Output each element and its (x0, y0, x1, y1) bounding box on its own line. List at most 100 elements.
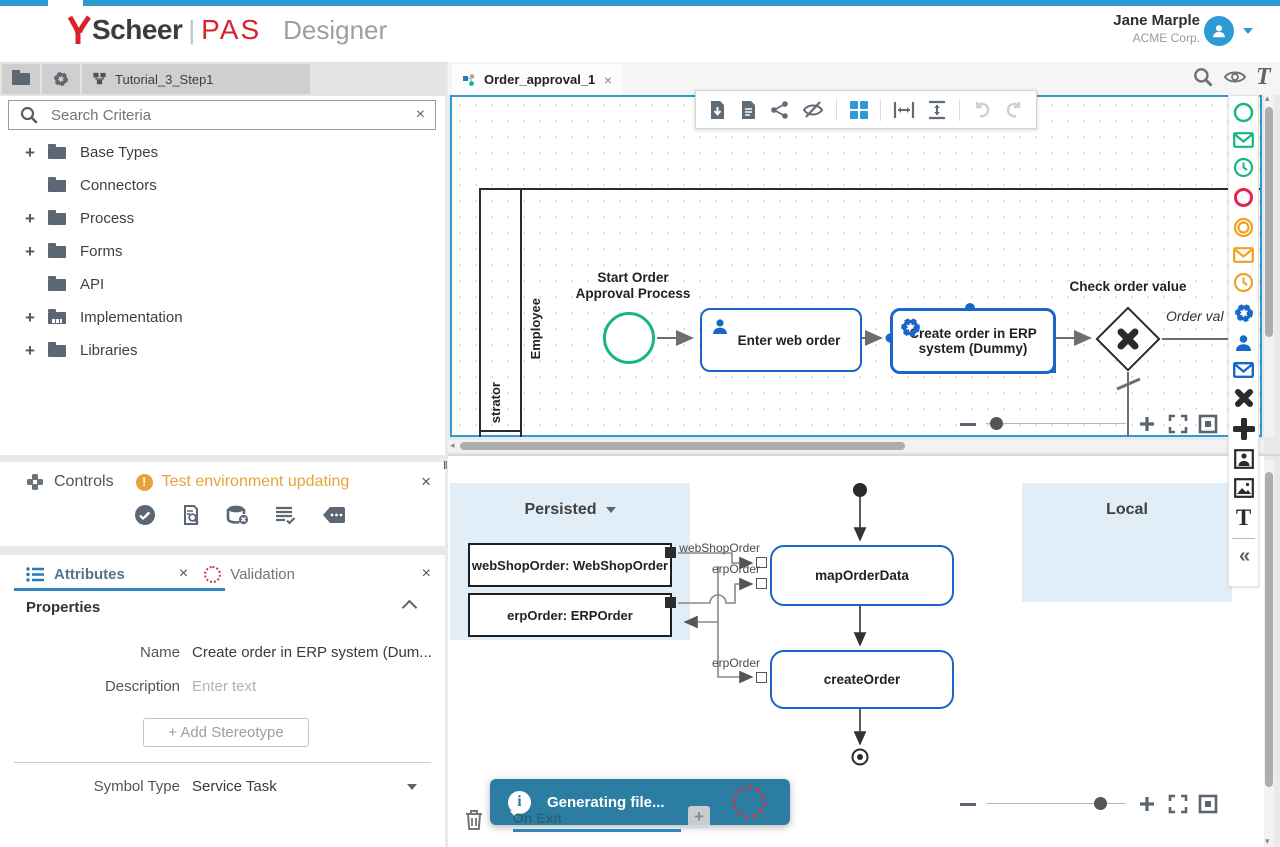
user-menu-caret-icon[interactable] (1243, 28, 1253, 34)
name-value[interactable]: Create order in ERP system (Dum... (192, 644, 432, 661)
log-list-icon[interactable] (274, 504, 297, 526)
redo-icon[interactable] (1004, 100, 1024, 120)
controls-close-icon[interactable]: × (421, 472, 431, 492)
tab-on-exit[interactable]: On Exit (513, 810, 562, 826)
zoom-slider[interactable] (986, 415, 1126, 433)
sidebar-tab-project[interactable]: Tutorial_3_Step1 (82, 64, 310, 94)
share-icon[interactable] (770, 100, 790, 120)
editor-tab[interactable]: Order_approval_1 × (452, 64, 622, 95)
object-node-webshoporder[interactable]: webShopOrder: WebShopOrder (468, 543, 672, 587)
output-pin[interactable] (665, 597, 676, 608)
zoom-in-icon[interactable] (1138, 795, 1156, 813)
description-placeholder[interactable]: Enter text (192, 678, 256, 695)
tree-item-forms[interactable]: + Forms (0, 235, 445, 268)
persisted-dropdown-icon[interactable] (606, 507, 616, 513)
palette-text-icon[interactable]: T (1236, 507, 1251, 529)
vscroll-thumb[interactable] (1265, 107, 1273, 337)
palette-image-icon[interactable] (1234, 478, 1254, 498)
document-properties-icon[interactable] (739, 100, 758, 120)
zoom-out-icon[interactable] (960, 803, 976, 806)
canvas-hscrollbar[interactable]: ◂ (448, 440, 1264, 452)
zoom-out-icon[interactable] (960, 423, 976, 426)
zoom-in-icon[interactable] (1138, 415, 1156, 433)
palette-message-event-icon[interactable] (1233, 247, 1254, 263)
avatar[interactable] (1204, 16, 1234, 46)
validate-check-icon[interactable] (134, 504, 156, 526)
hide-elements-icon[interactable] (802, 100, 824, 120)
add-stereotype-button[interactable]: + Add Stereotype (143, 718, 309, 747)
search-diagram-icon[interactable] (1192, 66, 1214, 88)
palette-message-start-icon[interactable] (1233, 132, 1254, 148)
expand-icon[interactable]: + (22, 143, 38, 163)
search-input[interactable] (49, 106, 416, 125)
scroll-down-arrow-icon[interactable]: ▾ (1265, 836, 1270, 847)
expand-icon[interactable]: + (22, 209, 38, 229)
action-node-createorder[interactable]: createOrder (770, 650, 954, 709)
hscroll-thumb[interactable] (460, 442, 905, 450)
service-task-node[interactable]: Create order in ERP system (Dummy) (890, 308, 1056, 374)
sidebar-tab-settings[interactable] (42, 64, 80, 94)
tree-item-base-types[interactable]: + Base Types (0, 136, 445, 169)
grid-layout-icon[interactable] (849, 100, 869, 120)
palette-send-task-icon[interactable] (1233, 362, 1254, 378)
trash-icon[interactable] (463, 808, 485, 832)
sidebar-tab-explorer[interactable] (2, 64, 40, 94)
fit-to-window-icon[interactable] (1198, 414, 1218, 434)
palette-timer-event-icon[interactable] (1233, 272, 1254, 293)
tree-item-connectors[interactable]: Connectors (0, 169, 445, 202)
fullscreen-icon[interactable] (1168, 414, 1188, 434)
palette-intermediate-event-icon[interactable] (1233, 217, 1254, 238)
bpmn-canvas[interactable] (450, 95, 1262, 437)
tree-item-libraries[interactable]: + Libraries (0, 334, 445, 367)
palette-exclusive-gateway-icon[interactable] (1233, 387, 1255, 409)
search-clear-icon[interactable]: × (416, 106, 425, 124)
same-width-icon[interactable] (893, 100, 915, 120)
tree-item-api[interactable]: API (0, 268, 445, 301)
zoom-slider[interactable] (986, 795, 1126, 813)
inspect-document-icon[interactable] (180, 504, 202, 526)
symbol-type-value[interactable]: Service Task (192, 778, 277, 795)
persisted-header[interactable]: Persisted (450, 501, 690, 519)
expand-icon[interactable]: + (22, 308, 38, 328)
collapse-palette-icon[interactable]: « (1239, 548, 1248, 564)
undo-icon[interactable] (972, 100, 992, 120)
expand-icon[interactable]: + (22, 242, 38, 262)
fit-to-window-icon[interactable] (1198, 794, 1218, 814)
start-event-node[interactable] (603, 312, 655, 364)
vscroll-thumb[interactable] (1265, 472, 1273, 787)
editor-tab-close-icon[interactable]: × (604, 72, 612, 88)
eye-icon[interactable] (1223, 67, 1247, 87)
fullscreen-icon[interactable] (1168, 794, 1188, 814)
palette-parallel-gateway-icon[interactable] (1233, 418, 1255, 440)
validation-close-icon[interactable]: × (422, 565, 431, 583)
collapse-chevron-icon[interactable] (402, 600, 418, 616)
tab-attributes[interactable]: Attributes (54, 566, 125, 583)
user-task-node[interactable]: Enter web order (700, 308, 862, 372)
canvas-vscrollbar[interactable]: ▴ (1264, 95, 1274, 437)
same-height-icon[interactable] (927, 100, 947, 120)
left-resize-handle-icon[interactable]: ‖ (443, 460, 448, 472)
palette-service-task-icon[interactable] (1233, 302, 1255, 324)
text-tool-icon[interactable]: T (1256, 67, 1271, 87)
palette-user-task-icon[interactable] (1233, 333, 1254, 353)
tab-validation[interactable]: Validation (230, 566, 295, 583)
symbol-type-dropdown-icon[interactable] (407, 784, 417, 790)
object-node-erporder[interactable]: erpOrder: ERPOrder (468, 593, 672, 637)
mapping-vscrollbar[interactable]: ▾ (1264, 460, 1274, 847)
input-pin[interactable] (756, 578, 767, 589)
scroll-up-arrow-icon[interactable]: ▴ (1265, 93, 1270, 104)
expand-icon[interactable]: + (22, 341, 38, 361)
tree-item-implementation[interactable]: + Implementation (0, 301, 445, 334)
action-node-maporderdata[interactable]: mapOrderData (770, 545, 954, 606)
database-clear-icon[interactable] (226, 504, 250, 526)
local-region[interactable]: Local (1022, 483, 1232, 602)
scroll-left-arrow-icon[interactable]: ◂ (450, 440, 455, 451)
palette-start-event-icon[interactable] (1233, 102, 1254, 123)
add-tab-button[interactable]: + (688, 806, 710, 828)
attributes-close-icon[interactable]: × (179, 565, 188, 583)
export-file-icon[interactable] (708, 100, 727, 120)
zoom-slider-handle[interactable] (1094, 797, 1107, 810)
tag-options-icon[interactable] (321, 505, 347, 525)
properties-section-header[interactable]: Properties (26, 599, 419, 616)
input-pin[interactable] (756, 672, 767, 683)
